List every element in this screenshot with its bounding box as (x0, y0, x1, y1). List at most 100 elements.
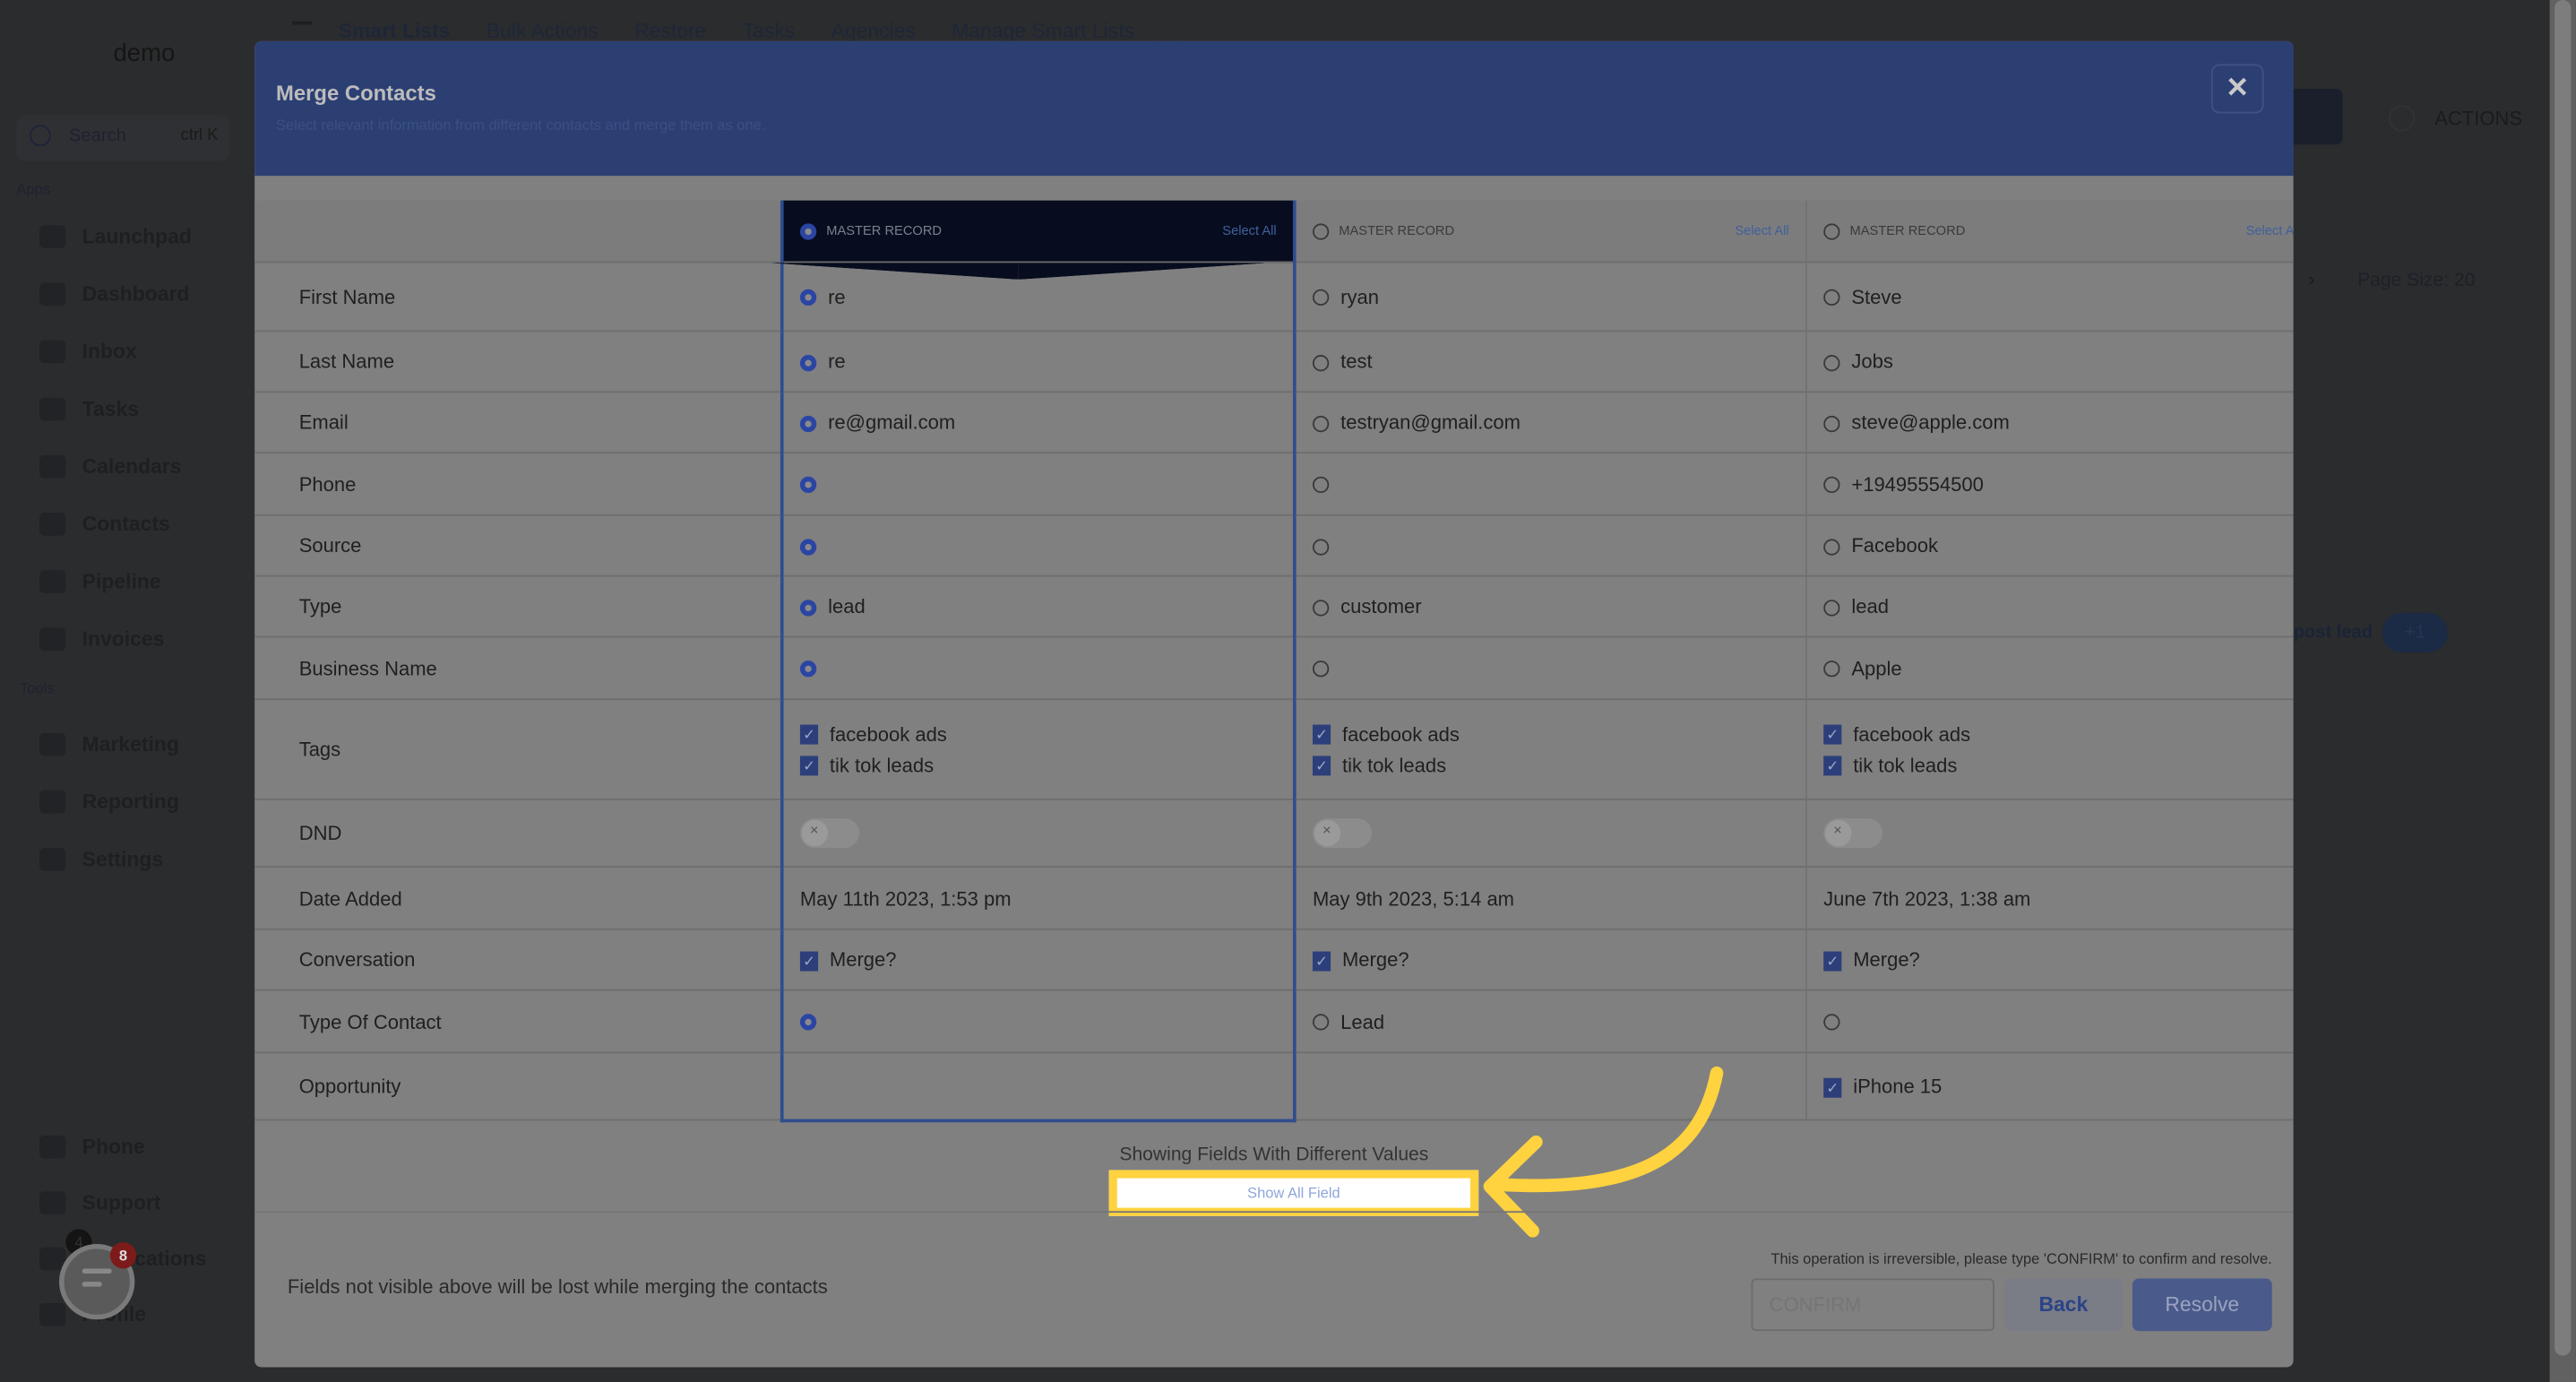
select-all-link[interactable]: Select All (1222, 223, 1276, 238)
menu-icon[interactable] (292, 21, 313, 25)
column-header: MASTER RECORD Select All (1805, 200, 2294, 263)
dnd-toggle[interactable]: × (1823, 818, 1883, 849)
sidebar-item-marketing[interactable]: Marketing (39, 732, 179, 756)
sidebar-item-label: Dashboard (82, 282, 190, 307)
master-record-radio[interactable] (799, 222, 817, 239)
field-value: Jobs (1851, 350, 1893, 374)
sidebar-item-label: Launchpad (82, 225, 192, 248)
tag-option[interactable]: ✓ tik tok leads (799, 749, 1277, 781)
checkbox-checked-icon[interactable]: ✓ (1823, 723, 1842, 744)
sidebar-item-label: Reporting (82, 790, 179, 814)
field-radio[interactable] (799, 354, 817, 372)
field-radio[interactable] (1823, 289, 1840, 307)
dnd-toggle[interactable]: × (799, 818, 859, 849)
tag-option[interactable]: ✓ facebook ads (1823, 718, 2293, 749)
field-radio[interactable] (799, 415, 817, 432)
sidebar-item-contacts[interactable]: Contacts (39, 513, 170, 536)
scrollbar[interactable] (2549, 0, 2576, 1382)
field-cell: re (780, 331, 1297, 393)
checkbox-checked-icon[interactable]: ✓ (1823, 1077, 1842, 1098)
sidebar-item-dashboard[interactable]: Dashboard (39, 282, 190, 307)
header-label-cell (254, 200, 782, 263)
checkbox-checked-icon[interactable]: ✓ (799, 723, 819, 744)
field-radio[interactable] (1823, 477, 1840, 494)
field-radio[interactable] (799, 477, 817, 494)
checkbox-checked-icon[interactable]: ✓ (799, 951, 819, 972)
search-box[interactable]: Search ctrl K (16, 115, 230, 161)
field-radio[interactable] (1312, 1014, 1330, 1032)
master-record-radio[interactable] (1312, 222, 1330, 239)
field-cell: × (1805, 799, 2294, 868)
top-nav-bulk-actions[interactable]: Bulk Actions (487, 20, 599, 43)
tag-label: tik tok leads (1341, 753, 1447, 777)
sidebar-item-pipeline[interactable]: Pipeline (39, 570, 161, 593)
field-radio[interactable] (1823, 539, 1840, 556)
more-tags-chip[interactable]: +1 (2382, 612, 2448, 652)
field-radio[interactable] (1312, 289, 1330, 307)
sidebar-item-launchpad[interactable]: Launchpad (39, 225, 192, 248)
close-button[interactable]: ✕ (2210, 64, 2264, 114)
checkbox-checked-icon[interactable]: ✓ (1312, 723, 1331, 744)
checkbox-checked-icon[interactable]: ✓ (1312, 755, 1331, 775)
field-radio[interactable] (799, 289, 817, 307)
scrollbar-thumb[interactable] (2554, 0, 2572, 1356)
field-radio[interactable] (1312, 599, 1330, 617)
field-radio[interactable] (1312, 539, 1330, 556)
checkbox-checked-icon[interactable]: ✓ (1823, 755, 1842, 775)
field-radio[interactable] (1823, 354, 1840, 372)
sidebar-item-reporting[interactable]: Reporting (39, 790, 179, 814)
field-radio[interactable] (1312, 354, 1330, 372)
table-row: Last Name re test Jobs (254, 331, 2294, 393)
field-radio[interactable] (1823, 661, 1840, 678)
field-radio[interactable] (1312, 415, 1330, 432)
top-nav-agencies[interactable]: Agencies (831, 20, 916, 43)
tag-option[interactable]: ✓ facebook ads (1312, 718, 1789, 749)
field-radio[interactable] (1823, 1014, 1840, 1032)
checkbox-checked-icon[interactable]: ✓ (1312, 951, 1331, 972)
confirm-input[interactable] (1751, 1278, 1994, 1332)
sidebar-item-support[interactable]: Support (39, 1191, 161, 1214)
field-radio[interactable] (1312, 661, 1330, 678)
tag-option[interactable]: ✓ tik tok leads (1312, 749, 1789, 781)
back-button[interactable]: Back (2003, 1278, 2123, 1332)
actions-button[interactable]: ACTIONS (2434, 107, 2522, 130)
field-radio[interactable] (799, 539, 817, 556)
field-radio[interactable] (1823, 415, 1840, 432)
tag-option[interactable]: ✓ facebook ads (799, 718, 1277, 749)
next-page-icon[interactable]: › (2308, 268, 2314, 291)
dnd-toggle[interactable]: × (1312, 818, 1372, 849)
settings-icon[interactable] (1158, 16, 1182, 43)
checkbox-checked-icon[interactable]: ✓ (799, 755, 819, 775)
field-radio[interactable] (799, 599, 817, 617)
sidebar-item-settings[interactable]: Settings (39, 848, 163, 871)
actions-icon (2388, 105, 2416, 132)
sidebar-item-calendars[interactable]: Calendars (39, 454, 182, 479)
top-nav-manage-smart-lists[interactable]: Manage Smart Lists (952, 20, 1134, 43)
field-radio[interactable] (799, 661, 817, 678)
top-nav-tasks[interactable]: Tasks (743, 20, 796, 43)
select-all-link[interactable]: Select All (2246, 223, 2294, 238)
field-label: Phone (254, 453, 782, 516)
tag-option[interactable]: ✓ tik tok leads (1823, 749, 2293, 781)
sidebar-item-invoices[interactable]: Invoices (39, 627, 164, 652)
field-radio[interactable] (799, 1014, 817, 1032)
master-record-radio[interactable] (1823, 222, 1840, 239)
master-record-label: MASTER RECORD (826, 223, 943, 238)
select-all-link[interactable]: Select All (1735, 223, 1788, 238)
top-nav-restore[interactable]: Restore (634, 20, 706, 43)
sidebar-item-label: Settings (82, 848, 164, 871)
top-nav-smart-lists[interactable]: Smart Lists (339, 20, 451, 43)
field-cell: lead (780, 575, 1297, 638)
field-radio[interactable] (1823, 599, 1840, 617)
page-size-select[interactable]: Page Size: 20 (2357, 272, 2475, 291)
modal-subtitle: Select relevant information from differe… (276, 117, 766, 134)
field-radio[interactable] (1312, 477, 1330, 494)
sidebar-item-inbox[interactable]: Inbox (39, 340, 137, 364)
checkbox-checked-icon[interactable]: ✓ (1823, 951, 1842, 972)
sidebar-item-phone[interactable]: Phone (39, 1135, 145, 1159)
show-all-field-button[interactable]: Show All Field (1108, 1170, 1479, 1216)
sidebar-item-tasks[interactable]: Tasks (39, 397, 139, 421)
field-value: Steve (1851, 285, 1902, 308)
resolve-button[interactable]: Resolve (2132, 1278, 2272, 1332)
sidebar-item-label: Inbox (82, 340, 137, 364)
